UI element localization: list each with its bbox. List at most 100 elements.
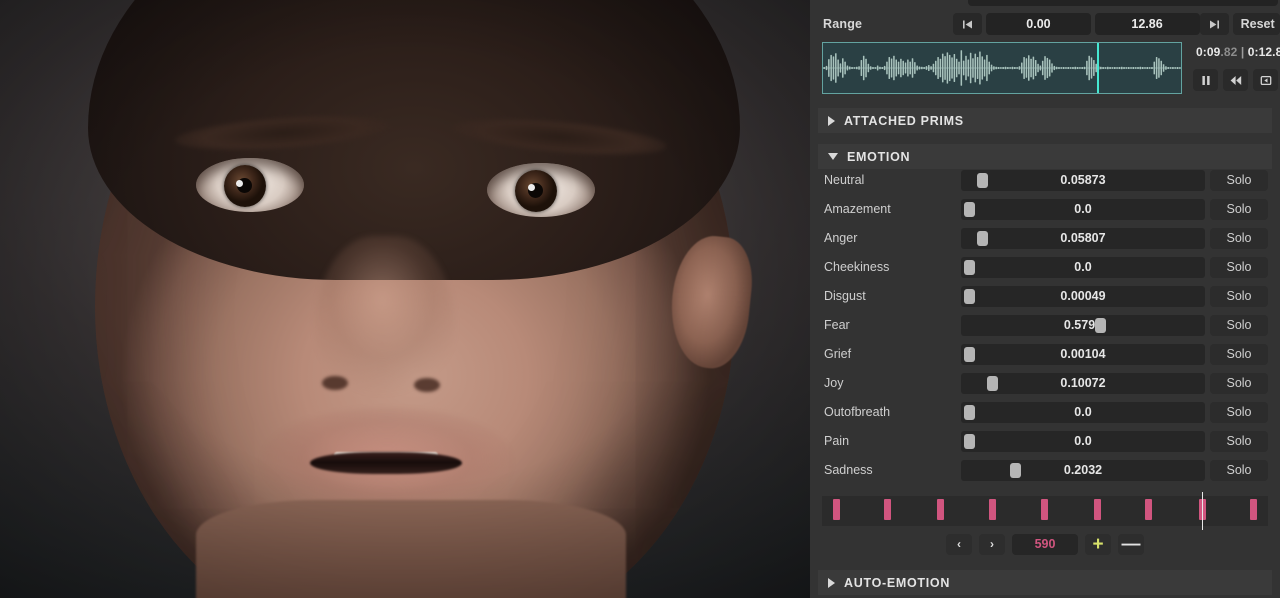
slider-value: 0.05873 (1060, 173, 1106, 187)
audio-playhead[interactable] (1097, 43, 1100, 93)
slider-handle[interactable] (1010, 462, 1022, 478)
remove-keyframe-button[interactable]: — (1118, 533, 1144, 555)
chevron-down-icon (828, 153, 838, 160)
emotion-slider-cheekiness[interactable]: 0.0 (961, 256, 1205, 278)
character-nostril-right (414, 378, 440, 392)
solo-button-cheekiness[interactable]: Solo (1210, 256, 1268, 278)
slider-handle[interactable] (977, 230, 989, 246)
viewport-3d-character[interactable] (0, 0, 810, 598)
next-keyframe-button[interactable]: › (979, 533, 1005, 555)
section-label-auto-emotion: AUTO-EMOTION (844, 575, 951, 590)
slider-handle[interactable] (964, 404, 975, 420)
skip-to-end-icon[interactable] (1199, 13, 1229, 35)
character-mouth-opening (310, 452, 462, 474)
keyframe-marker[interactable] (833, 499, 841, 520)
slider-handle[interactable] (964, 201, 975, 217)
slider-handle[interactable] (964, 433, 975, 449)
slider-value: 0.0 (1074, 405, 1092, 419)
emotion-label-sadness: Sadness (824, 463, 873, 477)
emotion-label-anger: Anger (824, 231, 858, 245)
keyframe-marker[interactable] (1094, 499, 1102, 520)
current-time: 0:09 (1196, 45, 1221, 59)
keyframe-marker[interactable] (1145, 499, 1153, 520)
emotion-slider-joy[interactable]: 0.10072 (961, 372, 1205, 394)
emotion-slider-anger[interactable]: 0.05807 (961, 227, 1205, 249)
slider-handle[interactable] (964, 288, 976, 304)
emotion-label-pain: Pain (824, 434, 850, 448)
slider-value: 0.10072 (1060, 376, 1106, 390)
slider-handle[interactable] (977, 172, 989, 188)
solo-button-joy[interactable]: Solo (1210, 372, 1268, 394)
solo-button-anger[interactable]: Solo (1210, 227, 1268, 249)
emotion-row-neutral: Neutral 0.05873 Solo (818, 169, 1272, 191)
add-keyframe-button[interactable]: + (1085, 533, 1111, 555)
character-neck (196, 500, 626, 598)
time-separator: | (1240, 45, 1245, 59)
solo-button-amazement[interactable]: Solo (1210, 198, 1268, 220)
solo-button-sadness[interactable]: Solo (1210, 459, 1268, 481)
loop-button[interactable] (1253, 69, 1278, 91)
emotion-slider-list: Neutral 0.05873 Solo Amazement 0.0 Solo Anger 0… (818, 169, 1272, 499)
emotion-label-joy: Joy (824, 376, 844, 390)
emotion-row-sadness: Sadness 0.2032 Solo (818, 459, 1272, 481)
character-nostril-left (322, 376, 348, 390)
emotion-slider-pain[interactable]: 0.0 (961, 430, 1205, 452)
audio-timeline: 0:09.82 | 0:12.8 (810, 42, 1280, 94)
clipped-row-top (810, 0, 1280, 8)
range-end-input[interactable]: 12.86 (1094, 13, 1200, 35)
section-label-attached-prims: ATTACHED PRIMS (844, 113, 964, 128)
solo-button-pain[interactable]: Solo (1210, 430, 1268, 452)
previous-keyframe-button[interactable]: ‹ (946, 533, 972, 555)
emotion-label-cheekiness: Cheekiness (824, 260, 890, 274)
chevron-right-icon (828, 577, 835, 588)
keyframe-playhead[interactable] (1202, 492, 1204, 530)
solo-button-grief[interactable]: Solo (1210, 343, 1268, 365)
emotion-slider-outofbreath[interactable]: 0.0 (961, 401, 1205, 423)
range-label: Range (823, 17, 863, 31)
keyframe-marker[interactable] (989, 499, 997, 520)
character-nose (315, 236, 455, 396)
clipped-field[interactable] (968, 0, 1278, 6)
keyframe-marker[interactable] (937, 499, 945, 520)
rewind-button[interactable] (1223, 69, 1248, 91)
slider-handle[interactable] (964, 346, 976, 362)
emotion-label-fear: Fear (824, 318, 850, 332)
slider-value: 0.0 (1074, 202, 1092, 216)
slider-value: 0.00104 (1060, 347, 1106, 361)
section-label-emotion: EMOTION (847, 149, 911, 164)
solo-button-neutral[interactable]: Solo (1210, 169, 1268, 191)
frame-number-input[interactable]: 590 (1012, 533, 1078, 555)
emotion-slider-fear[interactable]: 0.5790 (961, 314, 1205, 336)
emotion-label-neutral: Neutral (824, 173, 865, 187)
emotion-slider-grief[interactable]: 0.00104 (961, 343, 1205, 365)
keyframe-marker[interactable] (884, 499, 892, 520)
section-header-emotion[interactable]: EMOTION (818, 144, 1272, 169)
emotion-row-disgust: Disgust 0.00049 Solo (818, 285, 1272, 307)
slider-value: 0.05807 (1060, 231, 1106, 245)
keyframe-marker[interactable] (1250, 499, 1258, 520)
emotion-label-grief: Grief (824, 347, 852, 361)
pause-button[interactable] (1193, 69, 1218, 91)
waveform-graphic (823, 50, 1181, 86)
emotion-slider-neutral[interactable]: 0.05873 (961, 169, 1205, 191)
emotion-slider-amazement[interactable]: 0.0 (961, 198, 1205, 220)
slider-handle[interactable] (1095, 317, 1107, 333)
keyframe-track[interactable] (822, 492, 1268, 530)
character-eye-highlight-left (236, 180, 243, 187)
range-start-input[interactable]: 0.00 (986, 13, 1091, 35)
solo-button-fear[interactable]: Solo (1210, 314, 1268, 336)
section-header-auto-emotion[interactable]: AUTO-EMOTION (818, 570, 1272, 595)
emotion-row-joy: Joy 0.10072 Solo (818, 372, 1272, 394)
section-header-attached-prims[interactable]: ATTACHED PRIMS (818, 108, 1272, 133)
reset-button[interactable]: Reset (1232, 13, 1280, 35)
slider-handle[interactable] (964, 259, 975, 275)
emotion-slider-sadness[interactable]: 0.2032 (961, 459, 1205, 481)
solo-button-outofbreath[interactable]: Solo (1210, 401, 1268, 423)
slider-handle[interactable] (986, 375, 998, 391)
keyframe-marker[interactable] (1040, 499, 1048, 520)
skip-to-start-icon[interactable] (953, 13, 983, 35)
slider-value: 0.0 (1074, 434, 1092, 448)
emotion-slider-disgust[interactable]: 0.00049 (961, 285, 1205, 307)
waveform-display[interactable] (822, 42, 1182, 94)
solo-button-disgust[interactable]: Solo (1210, 285, 1268, 307)
